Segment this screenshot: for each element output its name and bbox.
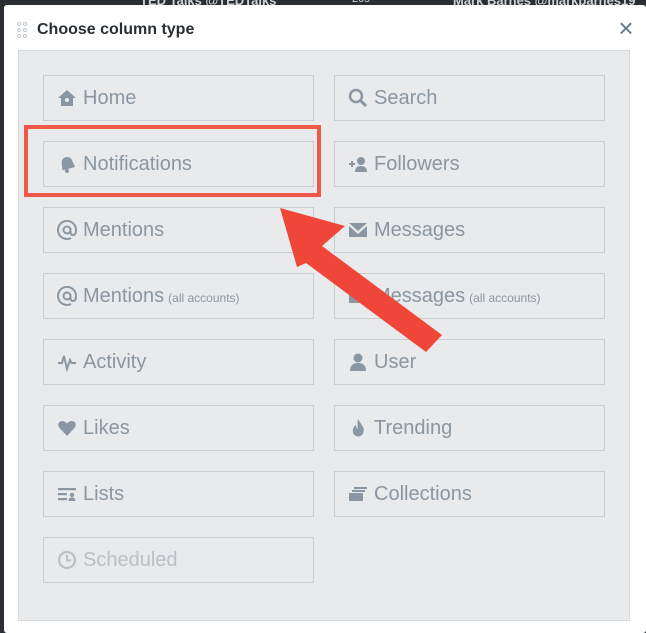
highlight-box [24, 125, 321, 197]
home-icon [57, 88, 77, 108]
clock-icon [57, 550, 77, 570]
pulse-icon [57, 352, 77, 372]
column-button-trending[interactable]: Trending [334, 405, 605, 451]
user-icon [348, 352, 368, 372]
column-button-label: Mentions [83, 218, 165, 241]
column-button-mentions-all[interactable]: Mentions (all accounts) [43, 273, 314, 319]
column-button-scheduled[interactable]: Scheduled [43, 537, 314, 583]
column-button-label: Activity [83, 350, 147, 373]
column-button-label: Search [374, 86, 438, 109]
close-button[interactable]: × [614, 15, 638, 41]
collections-icon [348, 484, 368, 504]
dialog-header: Choose column type × [4, 5, 646, 51]
column-button-label: Followers [374, 152, 460, 175]
flame-icon [348, 418, 368, 438]
column-button-label: User [374, 350, 417, 373]
column-button-sublabel: (all accounts) [168, 290, 240, 305]
column-button-user[interactable]: User [334, 339, 605, 385]
column-button-label: Scheduled [83, 548, 178, 571]
column-button-label: Collections [374, 482, 472, 505]
add-user-icon [348, 154, 368, 174]
column-button-lists[interactable]: Lists [43, 471, 314, 517]
column-button-likes[interactable]: Likes [43, 405, 314, 451]
column-button-home[interactable]: Home [43, 75, 314, 121]
column-button-label: Messages [374, 284, 466, 307]
column-button-label: Home [83, 86, 137, 109]
at-icon [57, 286, 77, 306]
dialog-title: Choose column type [37, 21, 195, 38]
column-button-mentions[interactable]: Mentions [43, 207, 314, 253]
search-icon [348, 88, 368, 108]
drag-handle-icon[interactable] [17, 22, 31, 40]
heart-icon [57, 418, 77, 438]
column-button-sublabel: (all accounts) [469, 290, 541, 305]
column-button-label: Trending [374, 416, 453, 439]
column-button-search[interactable]: Search [334, 75, 605, 121]
column-button-label: Likes [83, 416, 130, 439]
column-button-activity[interactable]: Activity [43, 339, 314, 385]
column-button-label: Messages [374, 218, 466, 241]
at-icon [57, 220, 77, 240]
envelope-icon [348, 220, 368, 240]
column-button-messages-all[interactable]: Messages (all accounts) [334, 273, 605, 319]
column-button-label: Mentions [83, 284, 165, 307]
envelope-icon [348, 286, 368, 306]
column-button-collections[interactable]: Collections [334, 471, 605, 517]
column-button-followers[interactable]: Followers [334, 141, 605, 187]
choose-column-dialog: Choose column type × Home Search Notific… [4, 5, 646, 633]
list-icon [57, 484, 77, 504]
column-button-messages[interactable]: Messages [334, 207, 605, 253]
column-button-label: Lists [83, 482, 125, 505]
